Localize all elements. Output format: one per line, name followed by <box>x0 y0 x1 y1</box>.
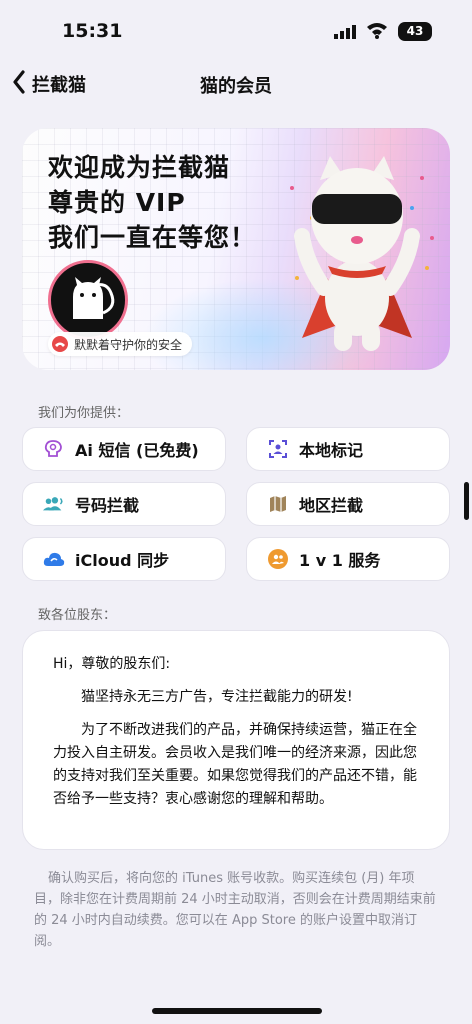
wifi-icon <box>366 21 388 43</box>
status-bar: 15:31 43 <box>0 0 472 60</box>
feature-label: Ai 短信 (已免费) <box>75 441 199 460</box>
status-time: 15:31 <box>62 20 123 42</box>
hero-line-1: 欢迎成为拦截猫 <box>48 153 231 182</box>
nav-bar: 拦截猫 猫的会员 <box>0 62 472 106</box>
feature-region-block[interactable]: 地区拦截 <box>246 482 450 526</box>
ai-brain-icon <box>43 438 65 460</box>
home-indicator[interactable] <box>152 1008 322 1014</box>
feature-ai-sms[interactable]: Ai 短信 (已免费) <box>22 427 226 471</box>
phone-hangup-icon <box>52 336 68 352</box>
cat-logo-avatar <box>48 260 128 340</box>
feature-label: 1 v 1 服务 <box>299 551 381 570</box>
page-title: 猫的会员 <box>200 76 272 97</box>
feature-icloud-sync[interactable]: iCloud 同步 <box>22 537 226 581</box>
letter-greeting: Hi，尊敬的股东们: <box>53 656 171 672</box>
battery-icon: 43 <box>398 22 432 41</box>
letter-paragraph-1: 猫坚持永无三方广告，专注拦截能力的研发! <box>81 689 353 705</box>
cloud-icon <box>43 548 65 570</box>
protection-badge: 默默着守护你的安全 <box>48 332 193 356</box>
feature-label: iCloud 同步 <box>75 551 170 570</box>
feature-label: 本地标记 <box>299 441 364 460</box>
feature-number-block[interactable]: 号码拦截 <box>22 482 226 526</box>
scrollbar[interactable] <box>464 482 469 520</box>
vip-hero-banner: 欢迎成为拦截猫 尊贵的 VIP 我们一直在等您！ 默默着守护你的安全 <box>22 128 450 370</box>
protection-text: 默默着守护你的安全 <box>74 337 183 352</box>
features-section-label: 我们为你提供： <box>38 406 130 421</box>
feature-label: 号码拦截 <box>75 496 140 515</box>
scan-person-icon <box>267 438 289 460</box>
subscription-terms-note: 确认购买后，将向您的 iTunes 账号收款。购买连续包 (月) 年项目，除非您… <box>34 871 436 949</box>
feature-label: 地区拦截 <box>299 496 364 515</box>
map-icon <box>267 493 289 515</box>
support-icon <box>267 548 289 570</box>
signal-icon <box>334 24 358 43</box>
letter-paragraph-2: 为了不断改进我们的产品，并确保持续运营，猫正在全力投入自主研发。会员收入是我们唯… <box>53 722 417 807</box>
hero-line-3: 我们一直在等您！ <box>48 223 257 252</box>
letter-section-label: 致各位股东： <box>38 608 117 623</box>
cat-mascot-illustration <box>272 148 442 362</box>
hero-line-2: 尊贵的 VIP <box>48 188 186 217</box>
feature-1v1-service[interactable]: 1 v 1 服务 <box>246 537 450 581</box>
people-block-icon <box>43 493 65 515</box>
feature-local-tag[interactable]: 本地标记 <box>246 427 450 471</box>
shareholder-letter-card: Hi，尊敬的股东们: 猫坚持永无三方广告，专注拦截能力的研发! 为了不断改进我们… <box>22 630 450 850</box>
